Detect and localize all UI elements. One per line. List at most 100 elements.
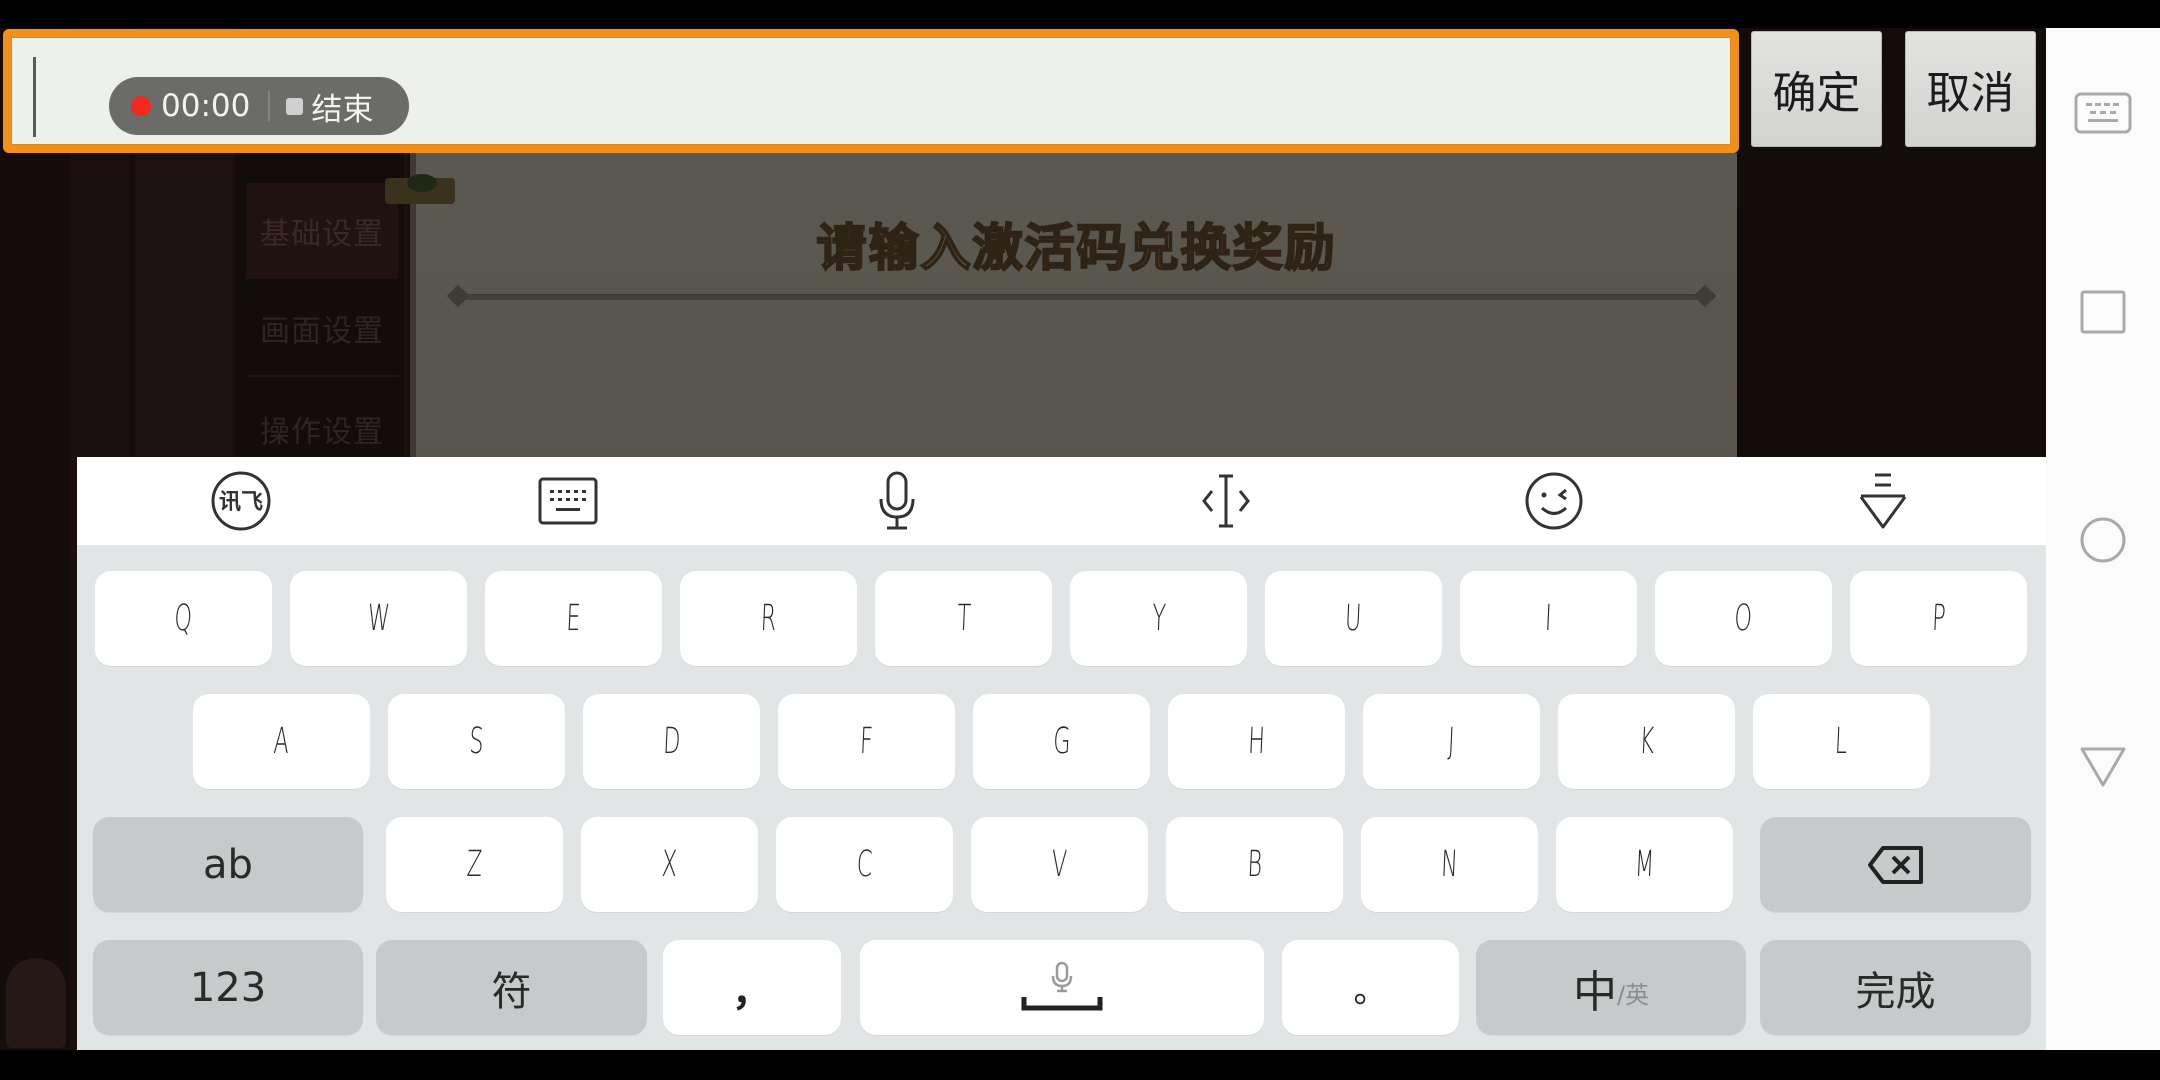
key-m[interactable]: M xyxy=(1556,817,1733,912)
space-key[interactable] xyxy=(860,940,1264,1035)
iflytek-menu-button[interactable]: 讯飞 xyxy=(181,457,301,545)
key-label: P xyxy=(1930,598,1947,639)
space-voice-icon xyxy=(1021,961,1103,1010)
numbers-key[interactable]: 123 xyxy=(93,940,363,1035)
game-tab-display-settings[interactable]: 画面设置 xyxy=(246,281,398,377)
recording-dot-icon xyxy=(131,96,151,116)
key-q[interactable]: Q xyxy=(95,571,272,666)
key-label: R xyxy=(759,598,778,639)
recents-button[interactable] xyxy=(2046,262,2160,362)
svg-text:讯飞: 讯飞 xyxy=(219,490,263,515)
home-icon xyxy=(2080,517,2126,563)
keyboard-layout-button[interactable] xyxy=(508,457,628,545)
symbols-key-label: 符 xyxy=(491,968,532,1015)
key-n[interactable]: N xyxy=(1361,817,1538,912)
language-toggle-key[interactable]: 中/英 xyxy=(1476,940,1746,1035)
system-navigation-bar xyxy=(2046,28,2160,1050)
language-alt: /英 xyxy=(1616,981,1650,1009)
shift-case-label: ab xyxy=(203,841,253,888)
key-label: L xyxy=(1834,721,1849,762)
key-a[interactable]: A xyxy=(193,694,370,789)
key-l[interactable]: L xyxy=(1753,694,1930,789)
key-label: W xyxy=(366,598,391,639)
stop-icon xyxy=(286,97,304,115)
key-f[interactable]: F xyxy=(778,694,955,789)
back-icon xyxy=(2080,747,2126,787)
key-v[interactable]: V xyxy=(971,817,1148,912)
key-x[interactable]: X xyxy=(581,817,758,912)
key-s[interactable]: S xyxy=(388,694,565,789)
key-u[interactable]: U xyxy=(1265,571,1442,666)
key-d[interactable]: D xyxy=(583,694,760,789)
key-label: S xyxy=(468,721,485,762)
key-w[interactable]: W xyxy=(290,571,467,666)
key-label: D xyxy=(662,721,681,762)
done-key-label: 完成 xyxy=(1855,968,1936,1015)
panel-divider xyxy=(456,294,1707,300)
period-key[interactable]: 。 xyxy=(1282,940,1459,1035)
key-p[interactable]: P xyxy=(1850,571,2027,666)
screen-recording-indicator[interactable]: 00:00 结束 xyxy=(109,77,409,135)
key-z[interactable]: Z xyxy=(386,817,563,912)
text-cursor xyxy=(33,57,36,137)
activation-code-input[interactable]: 00:00 结束 xyxy=(3,29,1739,153)
key-g[interactable]: G xyxy=(973,694,1150,789)
key-c[interactable]: C xyxy=(776,817,953,912)
recording-stop-button[interactable]: 结束 xyxy=(311,84,373,129)
key-label: Z xyxy=(465,844,484,885)
key-b[interactable]: B xyxy=(1166,817,1343,912)
keyboard-switch-icon xyxy=(2074,92,2132,134)
key-t[interactable]: T xyxy=(875,571,1052,666)
back-button[interactable] xyxy=(2046,717,2160,817)
key-o[interactable]: O xyxy=(1655,571,1832,666)
key-label: Y xyxy=(1150,598,1167,639)
key-label: X xyxy=(660,844,679,885)
key-label: C xyxy=(855,844,874,885)
hide-keyboard-icon xyxy=(1859,473,1907,529)
cursor-move-button[interactable] xyxy=(1166,457,1286,545)
key-label: H xyxy=(1247,721,1266,762)
key-y[interactable]: Y xyxy=(1070,571,1247,666)
symbols-key[interactable]: 符 xyxy=(376,940,647,1035)
done-key[interactable]: 完成 xyxy=(1760,940,2031,1035)
key-label: O xyxy=(1733,598,1754,639)
game-tab-basic-settings[interactable]: 基础设置 xyxy=(246,183,398,279)
key-label: E xyxy=(565,598,582,639)
key-label: G xyxy=(1051,721,1072,762)
emoji-icon xyxy=(1525,472,1583,530)
comma-key[interactable]: ， xyxy=(663,940,841,1035)
recording-time: 00:00 xyxy=(161,88,251,124)
key-label: J xyxy=(1447,721,1456,762)
cursor-move-icon xyxy=(1202,474,1250,528)
keyboard-switch-button[interactable] xyxy=(2046,63,2160,163)
key-i[interactable]: I xyxy=(1460,571,1637,666)
language-current: 中 xyxy=(1572,966,1617,1018)
key-label: F xyxy=(859,721,874,762)
soft-keyboard: 讯飞 Q W E R T Y U I O P A S D F G H J K L… xyxy=(77,457,2046,1050)
emoji-button[interactable] xyxy=(1494,457,1614,545)
period-key-label: 。 xyxy=(1353,971,1388,1011)
key-h[interactable]: H xyxy=(1168,694,1345,789)
key-j[interactable]: J xyxy=(1363,694,1540,789)
game-character-silhouette xyxy=(6,958,66,1048)
key-label: N xyxy=(1440,844,1459,885)
key-label: I xyxy=(1544,598,1553,639)
backspace-icon xyxy=(1867,845,1923,884)
key-r[interactable]: R xyxy=(680,571,857,666)
key-label: M xyxy=(1633,844,1656,885)
confirm-button[interactable]: 确定 xyxy=(1751,31,1882,147)
key-label: K xyxy=(1638,721,1655,762)
key-label: V xyxy=(1050,844,1069,885)
key-e[interactable]: E xyxy=(485,571,662,666)
home-button[interactable] xyxy=(2046,490,2160,590)
hide-keyboard-button[interactable] xyxy=(1823,457,1943,545)
key-label: A xyxy=(272,721,291,762)
voice-input-button[interactable] xyxy=(837,457,957,545)
key-label: Q xyxy=(173,598,194,639)
shift-case-key[interactable]: ab xyxy=(93,817,363,912)
recording-separator xyxy=(268,91,271,121)
numbers-key-label: 123 xyxy=(189,964,267,1011)
cancel-button[interactable]: 取消 xyxy=(1905,31,2036,147)
backspace-key[interactable] xyxy=(1760,817,2031,912)
key-k[interactable]: K xyxy=(1558,694,1735,789)
